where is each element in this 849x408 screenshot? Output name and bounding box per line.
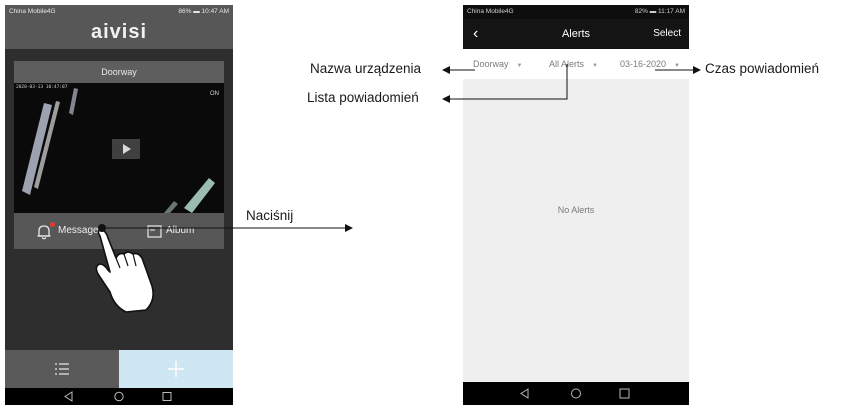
device-name-annotation: Nazwa urządzenia bbox=[310, 61, 422, 76]
press-annotation: Naciśnij bbox=[246, 208, 294, 223]
alert-list-annotation: Lista powiadomień bbox=[307, 90, 419, 105]
alert-list-arrow bbox=[442, 64, 568, 103]
alert-time-annotation: Czas powiadomień bbox=[705, 61, 820, 76]
